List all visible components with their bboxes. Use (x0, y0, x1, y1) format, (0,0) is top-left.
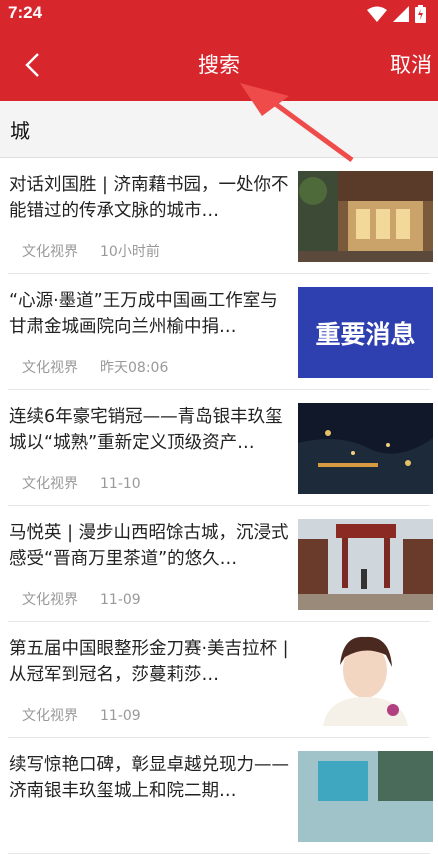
article-headline: “心源·墨道”王万成中国画工作室与甘肃金城画院向兰州榆中捐… (9, 291, 278, 337)
article-thumbnail (298, 519, 433, 610)
article-headline: 对话刘国胜 | 济南藉书园，一处你不能错过的传承文脉的城市… (9, 175, 289, 221)
article-thumbnail: 重要消息 (298, 287, 433, 378)
list-item[interactable]: “心源·墨道”王万成中国画工作室与甘肃金城画院向兰州榆中捐… 文化视界 昨天08:… (8, 274, 433, 390)
battery-icon (415, 5, 426, 23)
article-source: 文化视界 (22, 244, 78, 260)
article-source: 文化视界 (22, 708, 78, 724)
app-header: 搜索 取消 (0, 27, 438, 101)
cancel-button[interactable]: 取消 (390, 49, 432, 79)
article-time: 昨天08:06 (100, 360, 169, 376)
article-meta: 文化视界 10小时前 (22, 241, 182, 261)
article-time: 10小时前 (100, 244, 160, 260)
list-item[interactable]: 续写惊艳口碑，彰显卓越兑现力——济南银丰玖玺城上和院二期… (8, 738, 433, 854)
page-title: 搜索 (198, 53, 240, 77)
list-item[interactable]: 马悦英 | 漫步山西昭馀古城，沉浸式感受“晋商万里茶道”的悠久… 文化视界 11-… (8, 506, 433, 622)
thumbnail-label: 重要消息 (315, 319, 416, 349)
article-meta: 文化视界 11-09 (22, 589, 163, 609)
article-time: 11-10 (100, 476, 141, 492)
list-item[interactable]: 对话刘国胜 | 济南藉书园，一处你不能错过的传承文脉的城市… 文化视界 10小时前 (8, 158, 433, 274)
list-item[interactable]: 连续6年豪宅销冠——青岛银丰玖玺城以“城熟”重新定义顶级资产… 文化视界 11-1… (8, 390, 433, 506)
article-time: 11-09 (100, 592, 141, 608)
article-meta: 文化视界 11-10 (22, 473, 163, 493)
article-source: 文化视界 (22, 592, 78, 608)
status-time: 7:24 (8, 3, 43, 22)
article-headline: 第五届中国眼整形金刀赛·美吉拉杯 | 从冠军到冠名，莎蔓莉莎… (9, 639, 289, 685)
article-time: 11-09 (100, 708, 141, 724)
article-meta: 文化视界 昨天08:06 (22, 357, 190, 377)
list-item[interactable]: 第五届中国眼整形金刀赛·美吉拉杯 | 从冠军到冠名，莎蔓莉莎… 文化视界 11-0… (8, 622, 433, 738)
wifi-icon (367, 6, 387, 22)
article-thumbnail (298, 751, 433, 842)
search-input[interactable] (10, 111, 420, 147)
article-headline: 连续6年豪宅销冠——青岛银丰玖玺城以“城熟”重新定义顶级资产… (9, 407, 283, 453)
article-meta (22, 821, 66, 837)
status-bar: 7:24 (0, 0, 438, 27)
article-list: 对话刘国胜 | 济南藉书园，一处你不能错过的传承文脉的城市… 文化视界 10小时前… (0, 158, 438, 854)
signal-icon (393, 6, 409, 22)
search-bar (0, 101, 438, 158)
article-source: 文化视界 (22, 360, 78, 376)
article-thumbnail (298, 635, 433, 726)
article-source: 文化视界 (22, 476, 78, 492)
article-thumbnail (298, 403, 433, 494)
article-meta: 文化视界 11-09 (22, 705, 163, 725)
article-headline: 马悦英 | 漫步山西昭馀古城，沉浸式感受“晋商万里茶道”的悠久… (9, 523, 289, 569)
article-thumbnail (298, 171, 433, 262)
article-headline: 续写惊艳口碑，彰显卓越兑现力——济南银丰玖玺城上和院二期… (9, 755, 289, 801)
